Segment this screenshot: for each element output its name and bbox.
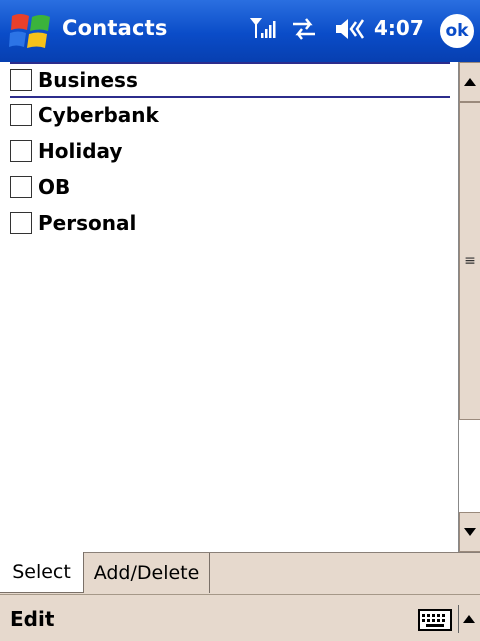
- clock[interactable]: 4:07: [374, 16, 424, 40]
- category-label: Personal: [38, 211, 137, 235]
- category-list: Business Cyberbank Holiday OB Personal: [0, 62, 458, 534]
- arrow-up-icon: [464, 78, 476, 86]
- app-title: Contacts: [62, 16, 168, 40]
- vertical-scrollbar[interactable]: ≡: [458, 62, 480, 552]
- ok-button[interactable]: ok: [440, 14, 474, 48]
- tab-add-delete[interactable]: Add/Delete: [84, 553, 210, 593]
- category-item-business[interactable]: Business: [10, 62, 450, 98]
- grip-icon: ≡: [464, 253, 476, 269]
- volume-icon[interactable]: [334, 16, 366, 46]
- windows-start-icon[interactable]: [8, 10, 54, 54]
- sip-up-arrow-icon[interactable]: [458, 605, 479, 633]
- category-checkbox[interactable]: [10, 212, 32, 234]
- category-label: Holiday: [38, 139, 123, 163]
- scroll-thumb[interactable]: ≡: [459, 102, 480, 420]
- scroll-down-button[interactable]: [459, 512, 480, 552]
- category-item-holiday[interactable]: Holiday: [10, 134, 450, 168]
- category-checkbox[interactable]: [10, 140, 32, 162]
- category-item-ob[interactable]: OB: [10, 170, 450, 204]
- tab-select[interactable]: Select: [0, 552, 84, 593]
- category-checkbox[interactable]: [10, 69, 32, 91]
- signal-icon[interactable]: [249, 16, 276, 46]
- menu-bar: Edit: [0, 594, 480, 641]
- category-item-personal[interactable]: Personal: [10, 206, 450, 240]
- arrow-down-icon: [464, 528, 476, 536]
- category-label: Business: [38, 68, 138, 92]
- title-bar: Contacts 4:07 ok: [0, 0, 480, 62]
- connectivity-icon[interactable]: [290, 16, 318, 46]
- edit-menu[interactable]: Edit: [10, 607, 54, 631]
- category-label: Cyberbank: [38, 103, 159, 127]
- tab-strip: Select Add/Delete: [0, 552, 480, 595]
- category-checkbox[interactable]: [10, 104, 32, 126]
- category-label: OB: [38, 175, 71, 199]
- scroll-up-button[interactable]: [459, 62, 480, 102]
- keyboard-icon[interactable]: [418, 609, 452, 635]
- category-checkbox[interactable]: [10, 176, 32, 198]
- category-item-cyberbank[interactable]: Cyberbank: [10, 98, 450, 132]
